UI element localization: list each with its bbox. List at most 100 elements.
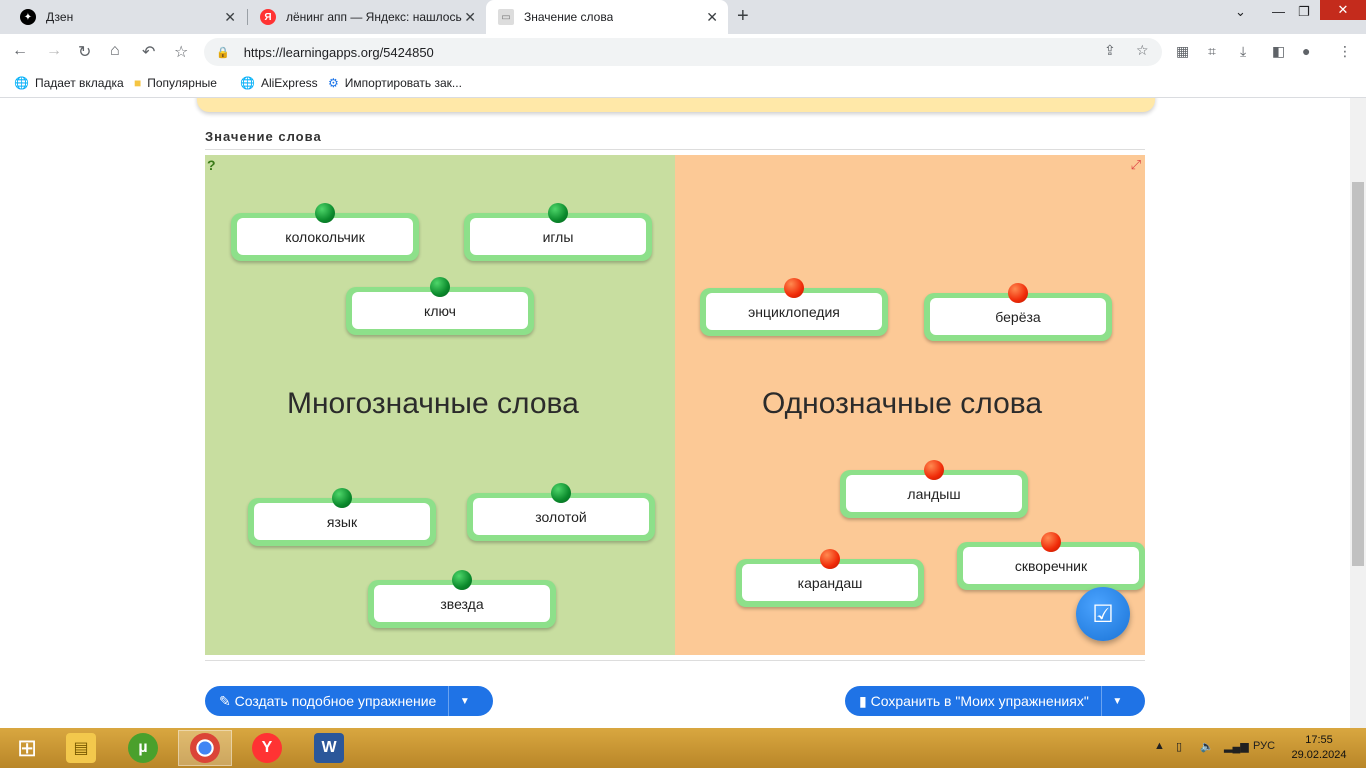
green-pin-icon	[548, 203, 568, 223]
chrome-icon	[190, 733, 220, 763]
gear-icon: ⚙	[328, 76, 339, 90]
bookmark-item[interactable]: 🌐 Падает вкладка	[14, 76, 124, 90]
red-pin-icon	[1008, 283, 1028, 303]
lock-icon[interactable]: 🔒	[216, 46, 230, 59]
folder-icon: ■	[134, 76, 142, 90]
restore-icon[interactable]: ❐	[1298, 4, 1310, 20]
taskbar: ⊞ ▤ µ Y W ▲ ▯ 🔈 ▂▄▆ РУС 17:55 29.02.2024	[0, 728, 1366, 768]
word-card[interactable]: скворечник	[957, 532, 1145, 590]
browser-toolbar: ← → ↻ ⌂ ↶ ☆ 🔒 https://learningapps.org/5…	[0, 34, 1366, 70]
green-pin-icon	[452, 570, 472, 590]
word-card[interactable]: звезда	[368, 570, 556, 628]
tab-search-icon[interactable]: ⌄	[1235, 4, 1246, 20]
language-indicator[interactable]: РУС	[1253, 740, 1275, 752]
zone-title-left: Многозначные слова	[287, 387, 579, 420]
tab-title: Значение слова	[524, 10, 614, 24]
fullscreen-icon[interactable]: ⤢	[1131, 157, 1141, 173]
url-text[interactable]: https://learningapps.org/5424850	[244, 45, 434, 60]
bookmark-icon: ▮	[859, 692, 871, 709]
dropdown-caret-icon[interactable]: ▼	[1100, 686, 1133, 716]
bookmark-folder[interactable]: ■ Популярные	[134, 76, 217, 90]
minimize-icon[interactable]: —	[1272, 4, 1285, 19]
close-icon[interactable]: ✕	[464, 9, 476, 26]
volume-icon[interactable]: 🔈	[1200, 740, 1214, 753]
word-icon: W	[314, 733, 344, 763]
back-icon[interactable]: ←	[12, 42, 28, 60]
tab-yandex[interactable]: Я лёнинг апп — Яндекс: нашлось ✕	[248, 0, 486, 34]
star-icon[interactable]: ☆	[174, 42, 188, 62]
site-menu-strip	[197, 98, 1155, 112]
exercise-title: Значение слова	[205, 129, 322, 144]
word-card[interactable]: ландыш	[840, 460, 1028, 518]
help-icon[interactable]: ?	[207, 157, 216, 173]
reload-icon[interactable]: ↻	[78, 42, 91, 62]
word-card[interactable]: колокольчик	[231, 203, 419, 261]
taskbar-utorrent[interactable]: µ	[116, 730, 170, 766]
word-label: ключ	[352, 292, 528, 329]
red-pin-icon	[820, 549, 840, 569]
clock-time: 17:55	[1305, 734, 1333, 746]
word-card[interactable]: берёза	[924, 283, 1112, 341]
green-pin-icon	[551, 483, 571, 503]
green-pin-icon	[332, 488, 352, 508]
taskbar-yandex[interactable]: Y	[240, 730, 294, 766]
sidepanel-icon[interactable]: ◧	[1272, 43, 1285, 60]
address-bar[interactable]: 🔒 https://learningapps.org/5424850	[204, 38, 1162, 66]
close-icon[interactable]: ✕	[706, 9, 718, 26]
word-label: энциклопедия	[706, 293, 882, 330]
clock-date: 29.02.2024	[1291, 749, 1347, 761]
profile-icon[interactable]: ●	[1302, 43, 1310, 59]
page-scrollbar[interactable]	[1350, 98, 1366, 728]
taskbar-chrome[interactable]	[178, 730, 232, 766]
globe-icon: 🌐	[240, 76, 255, 90]
green-pin-icon	[430, 277, 450, 297]
word-card[interactable]: энциклопедия	[700, 278, 888, 336]
bookmark-item[interactable]: 🌐 AliExpress	[240, 76, 318, 90]
create-similar-label: ✎ Создать подобное упражнение	[205, 693, 448, 710]
word-card[interactable]: иглы	[464, 203, 652, 261]
check-answers-button[interactable]: ☑	[1076, 587, 1130, 641]
dropdown-caret-icon[interactable]: ▼	[448, 686, 480, 716]
download-icon[interactable]: ⤓	[1240, 43, 1246, 60]
tray-arrow-icon[interactable]: ▲	[1154, 740, 1165, 752]
scroll-thumb[interactable]	[1352, 182, 1364, 566]
edit-icon: ✎	[219, 692, 235, 709]
tab-title: лёнинг апп — Яндекс: нашлось	[286, 10, 462, 24]
network-icon[interactable]: ▂▄▆	[1224, 740, 1249, 753]
bookmark-item[interactable]: ⚙ Импортировать зак...	[328, 76, 462, 90]
crop-icon[interactable]: ⌗	[1208, 43, 1216, 60]
save-to-my-exercises-button[interactable]: ▮ Сохранить в "Моих упражнениях" ▼	[845, 686, 1145, 716]
create-similar-button[interactable]: ✎ Создать подобное упражнение ▼	[205, 686, 493, 716]
word-label: карандаш	[742, 564, 918, 601]
start-button[interactable]: ⊞	[0, 730, 54, 766]
word-label: берёза	[930, 298, 1106, 335]
tab-dzen[interactable]: ✦ Дзен ✕	[8, 0, 246, 34]
new-tab-icon[interactable]: +	[737, 5, 749, 28]
word-card[interactable]: золотой	[467, 483, 655, 541]
forward-icon[interactable]: →	[46, 42, 62, 60]
word-card[interactable]: карандаш	[736, 549, 924, 607]
menu-icon[interactable]: ⋮	[1338, 43, 1352, 60]
extensions-icon[interactable]: ▦	[1176, 43, 1189, 60]
share-icon[interactable]: ⇪	[1104, 42, 1116, 59]
device-icon[interactable]: ▯	[1176, 740, 1182, 753]
divider	[205, 660, 1145, 661]
save-label: ▮ Сохранить в "Моих упражнениях"	[845, 693, 1101, 710]
word-label: золотой	[473, 498, 649, 535]
word-card[interactable]: ключ	[346, 277, 534, 335]
taskbar-explorer[interactable]: ▤	[54, 730, 108, 766]
clock[interactable]: 17:55 29.02.2024	[1284, 733, 1354, 763]
home-icon[interactable]: ⌂	[110, 42, 120, 60]
word-card[interactable]: язык	[248, 488, 436, 546]
bookmarks-bar: 🌐 Падает вкладка ■ Популярные 🌐 AliExpre…	[0, 70, 1366, 98]
check-icon: ☑	[1092, 600, 1114, 628]
taskbar-word[interactable]: W	[302, 730, 356, 766]
page-icon: ▭	[498, 9, 514, 25]
word-label: скворечник	[963, 547, 1139, 584]
tab-znachenie-slova[interactable]: ▭ Значение слова ✕	[486, 0, 728, 34]
close-icon[interactable]: ✕	[224, 9, 236, 26]
window-close-button[interactable]: ✕	[1320, 0, 1366, 20]
bookmark-star-icon[interactable]: ☆	[1136, 42, 1149, 59]
dzen-icon: ✦	[20, 9, 36, 25]
undo-icon[interactable]: ↶	[142, 42, 155, 62]
